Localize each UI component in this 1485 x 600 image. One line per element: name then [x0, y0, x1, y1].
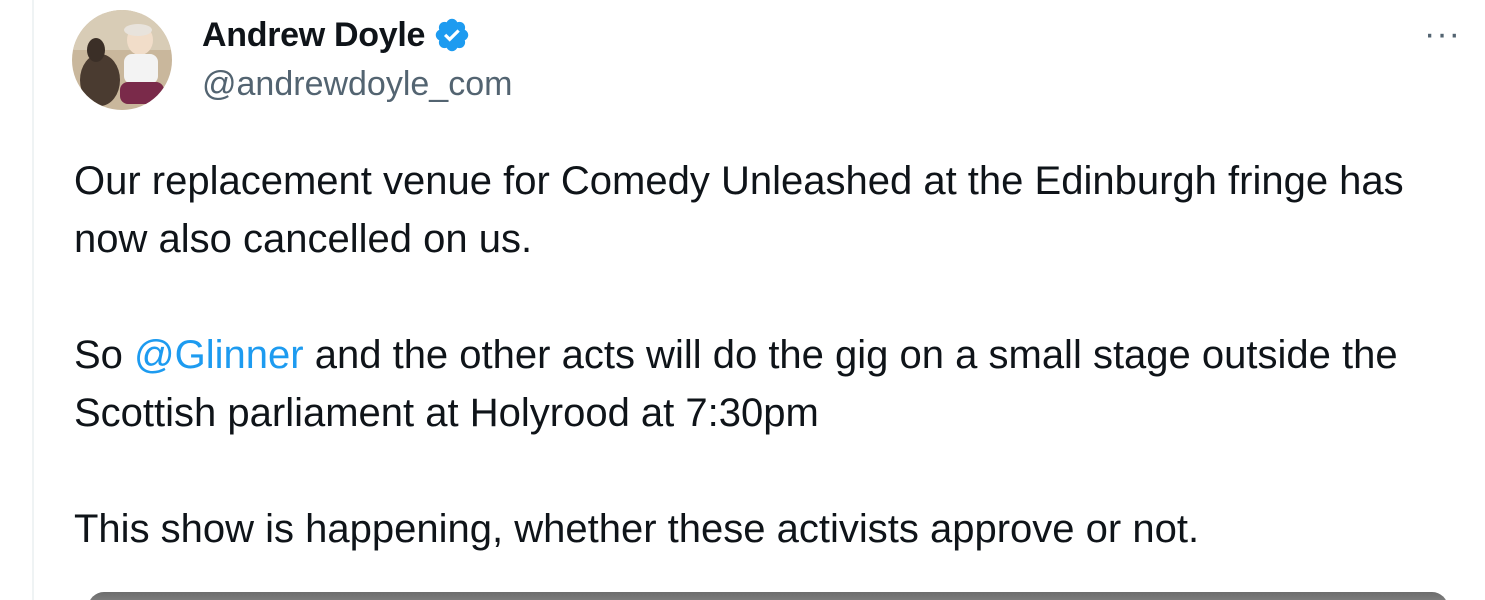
timeline-divider [32, 0, 34, 600]
verified-badge-icon[interactable] [433, 16, 471, 54]
paragraph-2-prefix: So [74, 333, 135, 377]
avatar-photo [72, 10, 172, 110]
media-attachment[interactable] [88, 592, 1448, 600]
mention-link[interactable]: @Glinner [134, 333, 304, 377]
more-options-icon[interactable]: ··· [1424, 17, 1461, 51]
tweet-author: Andrew Doyle @andrewdoyle_com [202, 12, 512, 104]
tweet-body: Our replacement venue for Comedy Unleash… [74, 152, 1454, 558]
author-name-row: Andrew Doyle [202, 12, 512, 58]
author-handle[interactable]: @andrewdoyle_com [202, 64, 512, 104]
tweet-paragraph-1: Our replacement venue for Comedy Unleash… [74, 159, 1404, 261]
tweet-paragraph-2: So @Glinner and the other acts will do t… [74, 326, 1454, 442]
tweet-card: Andrew Doyle @andrewdoyle_com ··· Our re… [0, 0, 1485, 600]
avatar[interactable] [72, 10, 172, 110]
author-display-name[interactable]: Andrew Doyle [202, 12, 425, 58]
tweet-paragraph-3: This show is happening, whether these ac… [74, 507, 1200, 551]
